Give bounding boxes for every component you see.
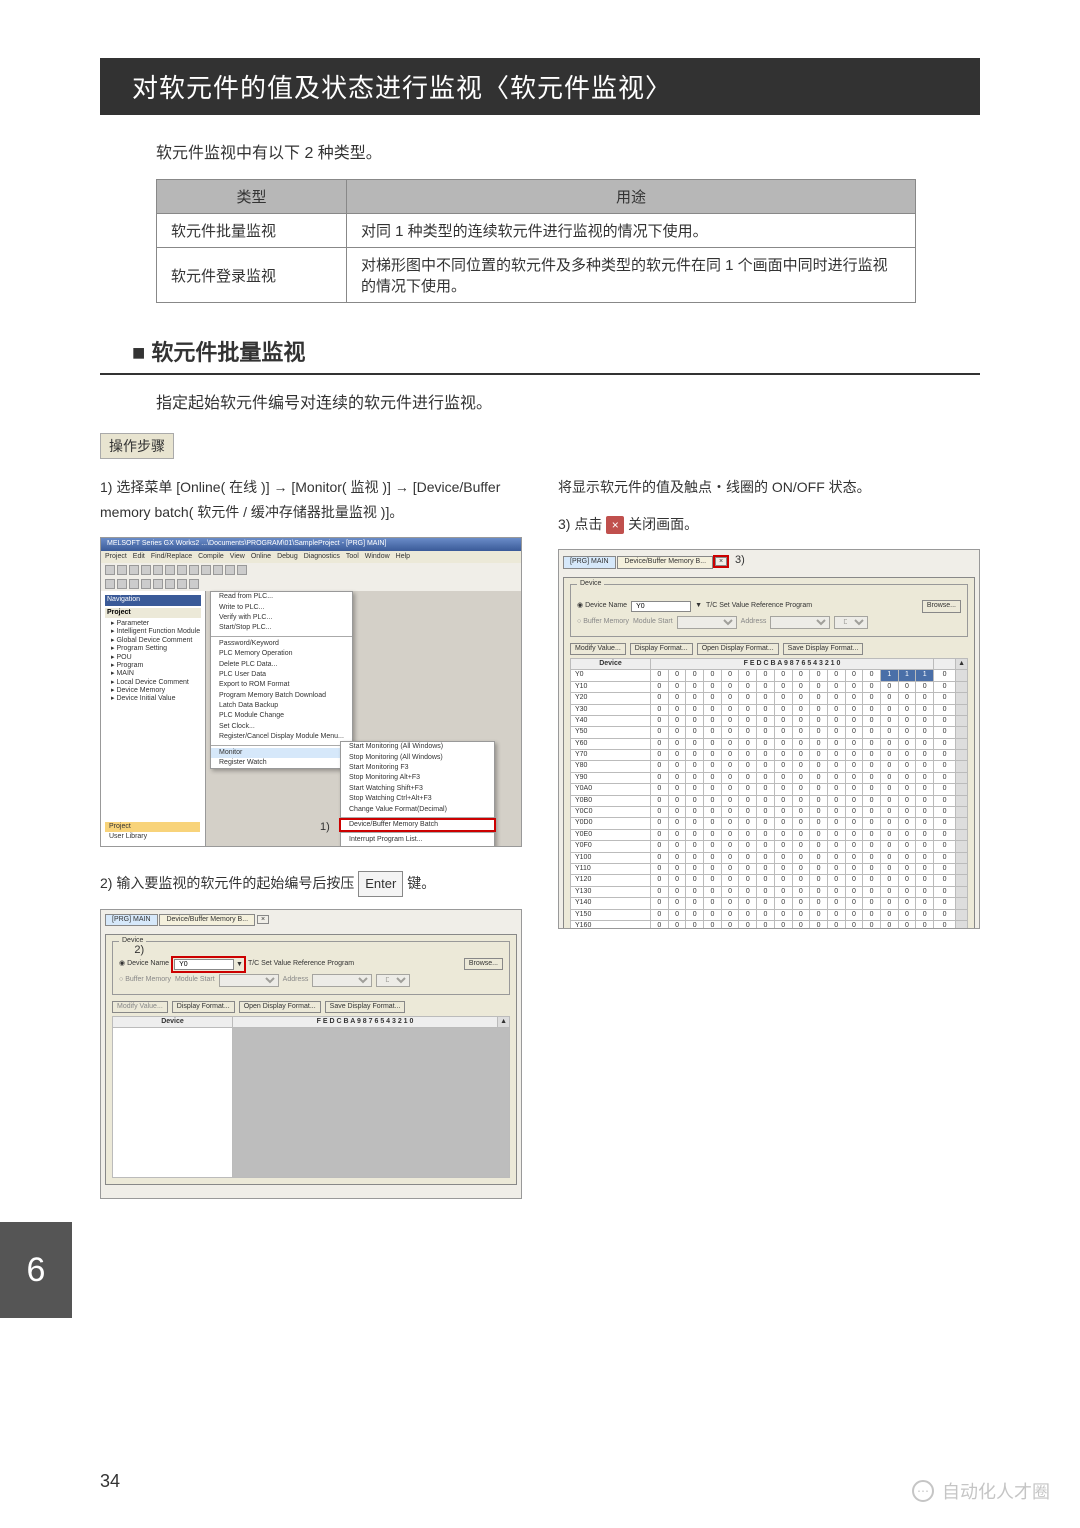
- display-format-button[interactable]: Display Format...: [172, 1001, 235, 1013]
- address-label: Address: [283, 976, 309, 984]
- step-3: 3) 点击 × 关闭画面。: [558, 512, 980, 537]
- step-3b: 关闭画面。: [628, 516, 698, 532]
- module-start-select: [219, 974, 279, 987]
- nav-header: Navigation: [105, 595, 201, 605]
- radio-device-name: Device Name: [127, 960, 169, 967]
- section-desc: 指定起始软元件编号对连续的软元件进行监视。: [156, 389, 980, 413]
- close-icon: ×: [606, 516, 624, 534]
- device-name-input-2[interactable]: [631, 601, 691, 612]
- app-window-title: MELSOFT Series GX Works2 ...\Documents\P…: [101, 538, 521, 550]
- screenshot-input: [PRG] MAIN Device/Buffer Memory B... × D…: [100, 909, 522, 1199]
- radio-buffer: Buffer Memory: [125, 976, 171, 983]
- tab-prg: [PRG] MAIN: [105, 914, 158, 926]
- ref-program-label: T/C Set Value Reference Program: [248, 960, 354, 968]
- address-label-2: Address: [741, 618, 767, 626]
- screenshot-result: [PRG] MAIN Device/Buffer Memory B... × 3…: [558, 549, 980, 929]
- intro-text: 软元件监视中有以下 2 种类型。: [156, 139, 980, 163]
- td-use-0: 对同 1 种类型的连续软元件进行监视的情况下使用。: [347, 214, 916, 248]
- divider: [100, 373, 980, 375]
- enter-key: Enter: [358, 871, 403, 896]
- step-2-post: 键。: [407, 875, 435, 891]
- modify-value-button: Modify Value...: [112, 1001, 168, 1013]
- section-heading: ■ 软元件批量监视: [132, 335, 980, 367]
- page-title: 对软元件的值及状态进行监视〈软元件监视〉: [100, 58, 980, 115]
- radio-device-name-2: Device Name: [585, 602, 627, 609]
- watermark: ⋯ 自动化人才圈: [912, 1478, 1050, 1504]
- browse-button-2[interactable]: Browse...: [922, 600, 961, 612]
- monitor-submenu: Start Monitoring (All Windows)Stop Monit…: [340, 741, 495, 847]
- modify-value-button-2[interactable]: Modify Value...: [570, 643, 626, 655]
- td-use-1: 对梯形图中不同位置的软元件及多种类型的软元件在同 1 个画面中同时进行监视的情况…: [347, 248, 916, 303]
- tab-prg-2: [PRG] MAIN: [563, 556, 616, 568]
- nav-pane: Navigation Project ▸ Parameter▸ Intellig…: [101, 591, 206, 847]
- save-display-format-button-2[interactable]: Save Display Format...: [783, 643, 864, 655]
- ref-program-label-2: T/C Set Value Reference Program: [706, 602, 812, 610]
- th-use: 用途: [347, 180, 916, 214]
- open-display-format-button[interactable]: Open Display Format...: [239, 1001, 321, 1013]
- tab-close: ×: [257, 915, 269, 924]
- tab-device-buffer: Device/Buffer Memory B...: [159, 914, 255, 926]
- page-number: 34: [100, 1471, 120, 1492]
- device-name-input[interactable]: [174, 959, 234, 970]
- op-steps-label: 操作步骤: [100, 433, 174, 459]
- device-grid-result: Device F E D C B A 9 8 7 6 5 4 3 2 1 0 ▲…: [570, 658, 968, 929]
- td-type-0: 软元件批量监视: [157, 214, 347, 248]
- device-group-2: Device: [577, 580, 604, 588]
- chapter-tab: 6: [0, 1222, 72, 1318]
- radio-buffer-2: Buffer Memory: [583, 618, 629, 625]
- step-1: 1) 选择菜单 [Online( 在线 )] → [Monitor( 监视 )]…: [100, 475, 522, 525]
- dec-select: DEC: [376, 974, 410, 987]
- step-3a: 点击: [574, 516, 602, 532]
- callout-2: 2): [134, 944, 144, 957]
- tab-close-highlight: ×: [715, 557, 727, 566]
- module-start-label: Module Start: [175, 976, 215, 984]
- wechat-icon: ⋯: [912, 1480, 934, 1502]
- display-format-button-2[interactable]: Display Format...: [630, 643, 693, 655]
- tab-device-buffer-2: Device/Buffer Memory B...: [617, 556, 713, 568]
- td-type-1: 软元件登录监视: [157, 248, 347, 303]
- step-2: 2) 输入要监视的软元件的起始编号后按压 Enter 键。: [100, 871, 522, 896]
- menubar: ProjectEditFind/ReplaceCompileViewOnline…: [101, 551, 521, 563]
- screenshot-menu: MELSOFT Series GX Works2 ...\Documents\P…: [100, 537, 522, 847]
- toolbar-2: [101, 577, 521, 591]
- browse-button[interactable]: Browse...: [464, 958, 503, 970]
- open-display-format-button-2[interactable]: Open Display Format...: [697, 643, 779, 655]
- nav-tree: ▸ Parameter▸ Intelligent Function Module…: [105, 620, 201, 704]
- th-type: 类型: [157, 180, 347, 214]
- callout-3: 3): [735, 554, 745, 566]
- save-display-format-button[interactable]: Save Display Format...: [325, 1001, 406, 1013]
- address-select: [312, 974, 372, 987]
- step-1-text: 选择菜单 [Online( 在线 )] → [Monitor( 监视 )] → …: [100, 479, 500, 520]
- device-grid-empty: DeviceF E D C B A 9 8 7 6 5 4 3 2 1 0▲: [112, 1016, 510, 1178]
- nav-group: Project: [105, 608, 201, 618]
- type-table: 类型 用途 软元件批量监视 对同 1 种类型的连续软元件进行监视的情况下使用。 …: [156, 179, 916, 303]
- step-3-intro: 将显示软元件的值及触点・线圈的 ON/OFF 状态。: [558, 475, 980, 500]
- step-2-pre: 输入要监视的软元件的起始编号后按压: [116, 875, 354, 891]
- nav-footer-lib: User Library: [105, 832, 200, 842]
- watermark-text: 自动化人才圈: [942, 1478, 1050, 1504]
- module-start-label-2: Module Start: [633, 618, 673, 626]
- callout-1: 1): [320, 821, 330, 834]
- nav-footer-project: Project: [105, 822, 200, 832]
- toolbar: [101, 563, 521, 577]
- online-menu: Read from PLC...Write to PLC...Verify wi…: [210, 591, 353, 769]
